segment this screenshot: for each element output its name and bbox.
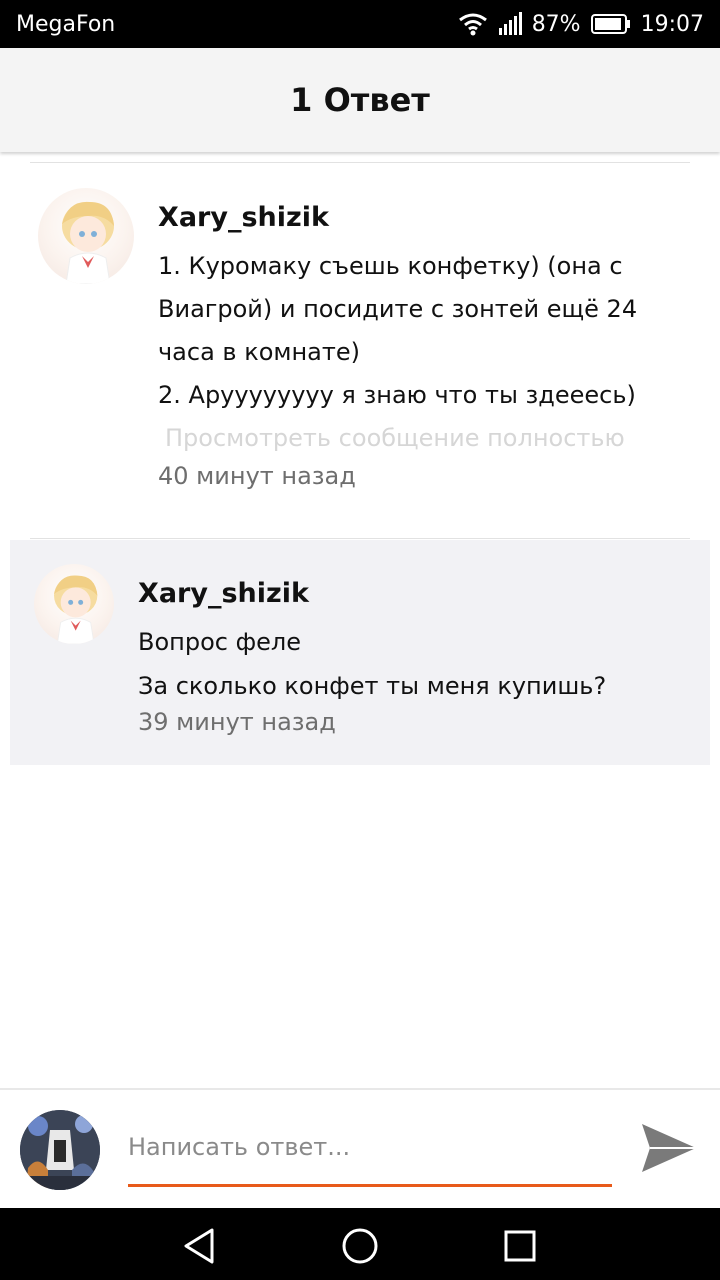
- recents-icon: [500, 1230, 540, 1270]
- comment-text-line: 2. Аруууууууу я знаю что ты здееесь): [158, 381, 636, 409]
- battery-icon: [590, 13, 631, 35]
- recents-button[interactable]: [500, 1226, 540, 1266]
- comment-text-line: Виагрой) и посидите с зонтей ещё 24: [158, 295, 638, 323]
- home-icon: [340, 1228, 380, 1270]
- system-nav-bar: [0, 1208, 720, 1280]
- divider: [30, 538, 690, 539]
- back-icon: [180, 1228, 220, 1270]
- status-indicators: 87% 19:07: [458, 12, 704, 37]
- comment-text-line: Вопрос феле: [138, 628, 301, 656]
- wifi-icon: [458, 12, 488, 36]
- home-button[interactable]: [340, 1226, 380, 1266]
- send-button[interactable]: [640, 1120, 698, 1176]
- avatar[interactable]: [34, 564, 114, 644]
- clock: 19:07: [640, 11, 704, 37]
- avatar[interactable]: [38, 188, 134, 284]
- comment-item[interactable]: Xary_shizik Вопрос феле За сколько конфе…: [0, 540, 720, 765]
- app-header: 1 Ответ: [0, 48, 720, 152]
- carrier-label: MegaFon: [16, 11, 116, 37]
- status-bar: MegaFon 87% 19:07: [0, 0, 720, 48]
- signal-icon: [498, 12, 522, 36]
- comment-username[interactable]: Xary_shizik: [138, 578, 309, 609]
- comment-text-line: 1. Куромаку съешь конфетку) (она с: [158, 252, 623, 280]
- reply-input[interactable]: [128, 1122, 612, 1172]
- battery-percent: 87%: [531, 11, 581, 37]
- page-title: 1 Ответ: [290, 81, 430, 119]
- reply-input-underline: [128, 1184, 612, 1187]
- view-full-message-link[interactable]: Просмотреть сообщение полностью: [165, 424, 625, 452]
- send-icon: [640, 1124, 698, 1180]
- comment-username[interactable]: Xary_shizik: [158, 202, 329, 233]
- my-avatar[interactable]: [20, 1110, 100, 1190]
- comment-text-line: За сколько конфет ты меня купишь?: [138, 672, 607, 700]
- comment-timestamp: 39 минут назад: [138, 708, 336, 736]
- comment-text-line: часа в комнате): [158, 338, 360, 366]
- reply-bar: [0, 1088, 720, 1208]
- back-button[interactable]: [180, 1226, 220, 1266]
- comment-item[interactable]: Xary_shizik 1. Куромаку съешь конфетку) …: [0, 162, 720, 538]
- comment-timestamp: 40 минут назад: [158, 462, 356, 490]
